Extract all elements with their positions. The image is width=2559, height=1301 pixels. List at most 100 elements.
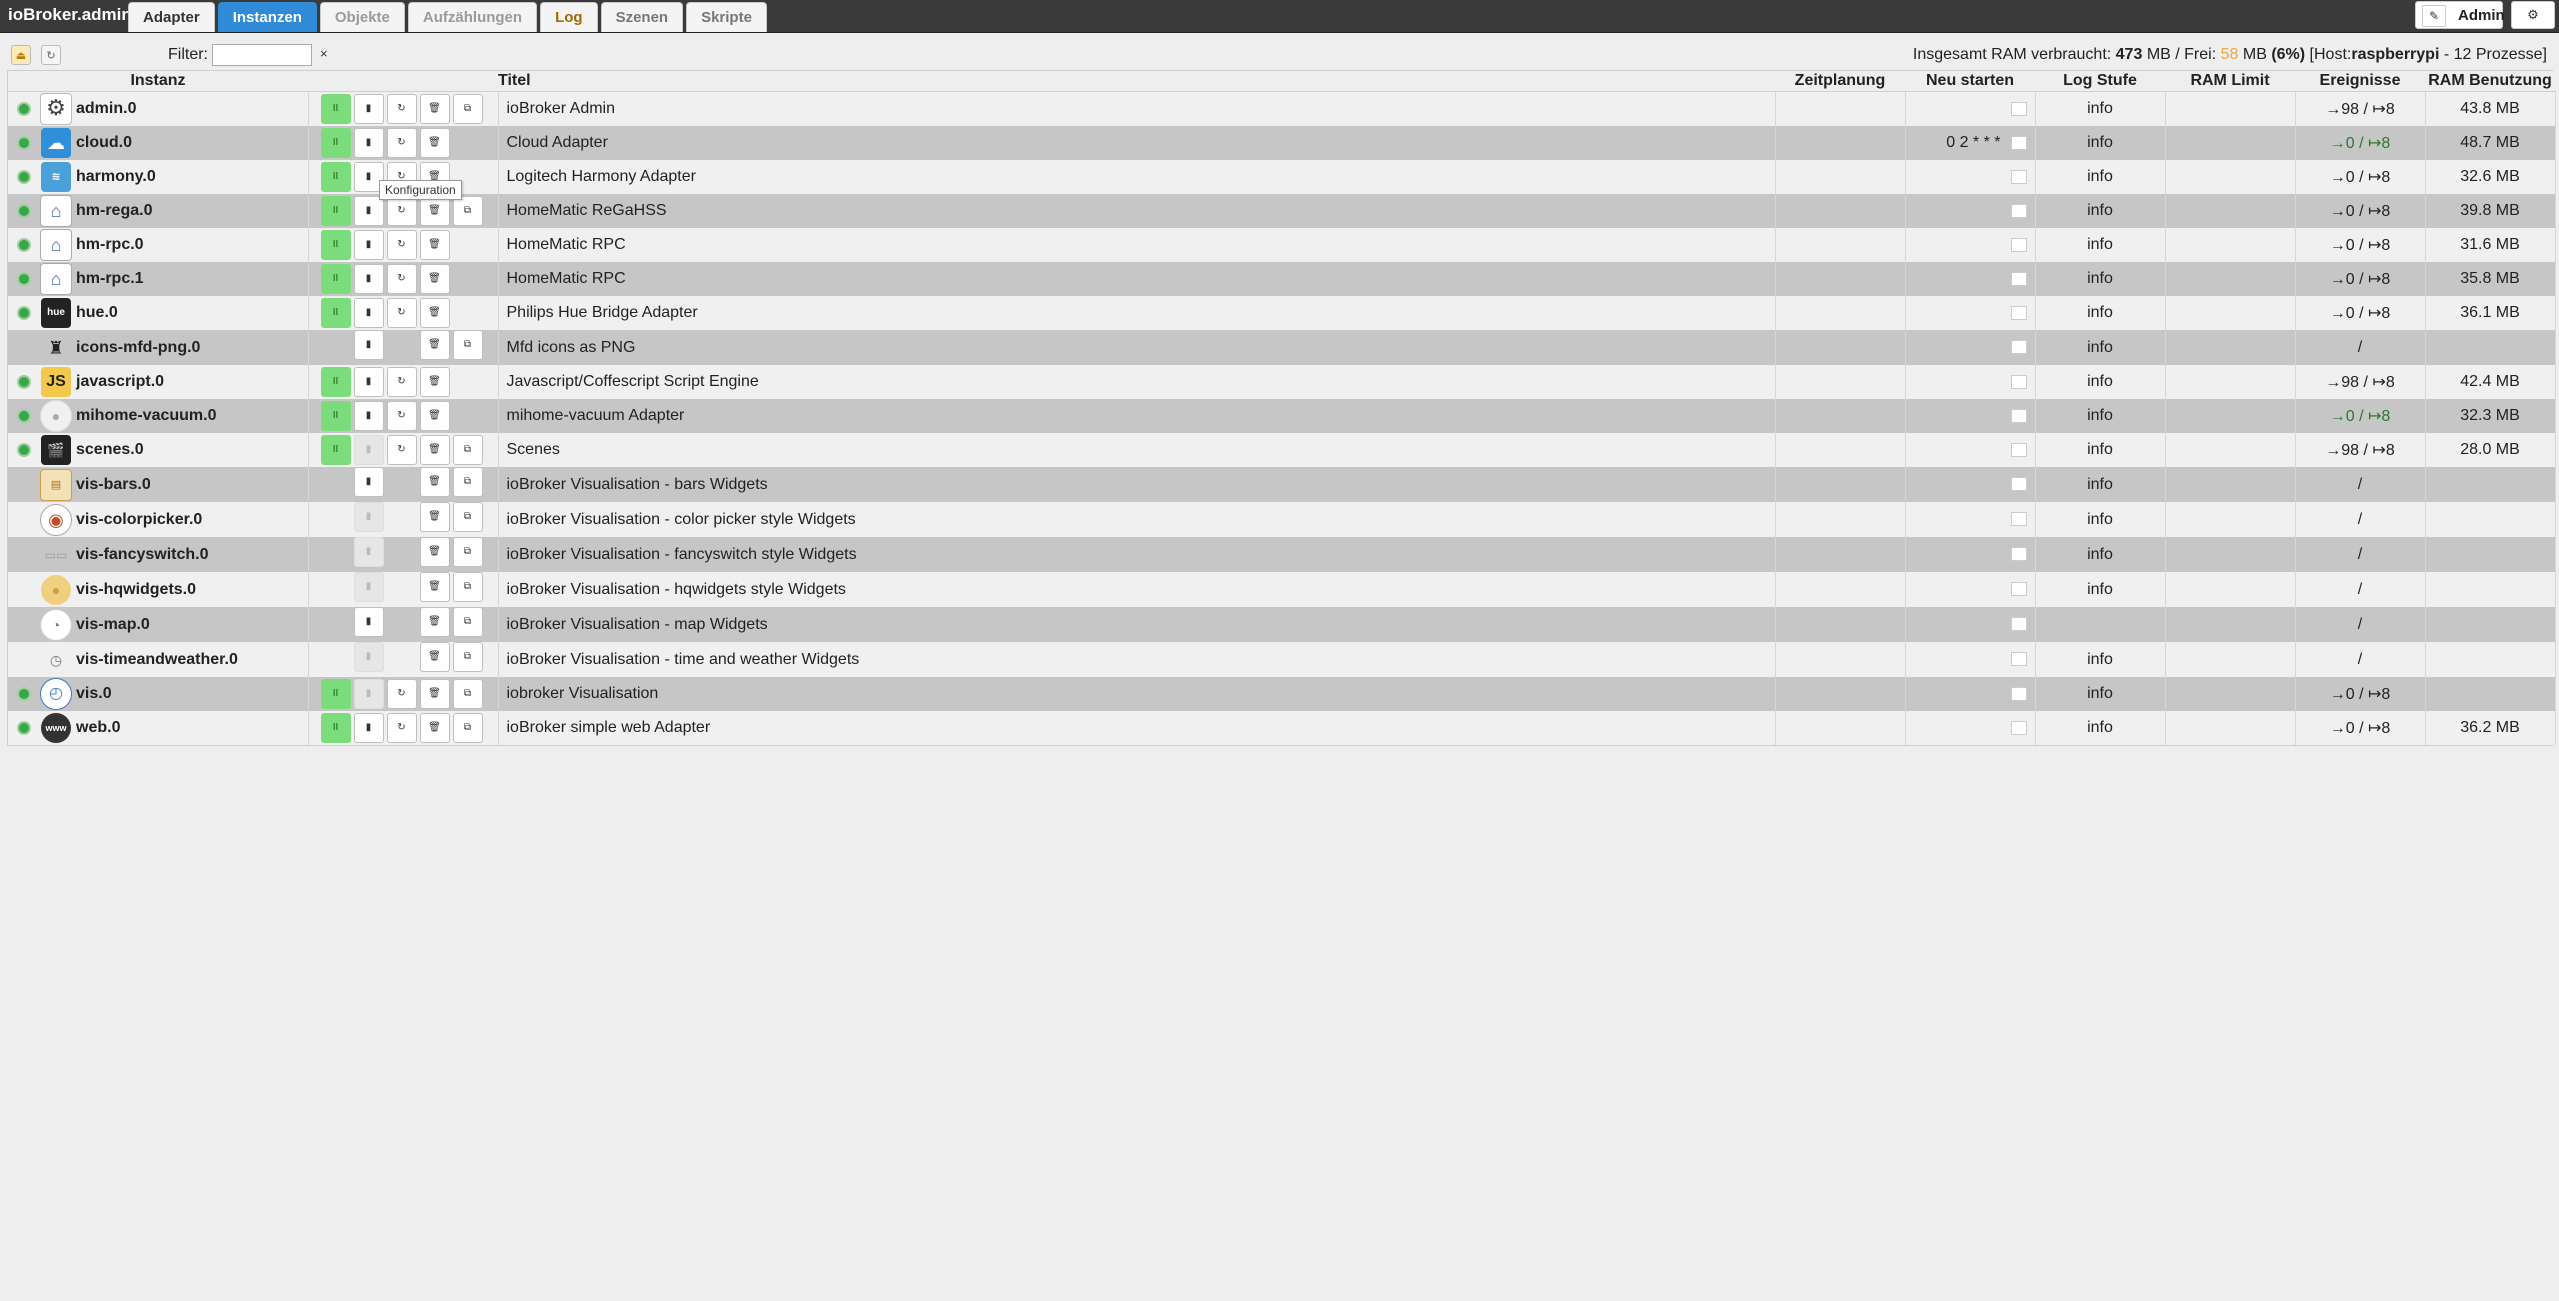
schedule-cell[interactable]	[1775, 330, 1906, 365]
ram-limit-cell[interactable]	[2165, 677, 2296, 711]
log-level[interactable]: info	[2035, 572, 2166, 607]
configuration-button-disabled[interactable]: ▮	[353, 537, 384, 567]
col-loglevel[interactable]: Log Stufe	[2035, 71, 2165, 92]
open-link-button[interactable]: ⧉	[452, 642, 483, 672]
reload-button[interactable]: ↻	[386, 713, 417, 743]
ram-limit-cell[interactable]	[2165, 228, 2296, 262]
schedule-cell[interactable]	[1775, 296, 1906, 330]
schedule-cell[interactable]	[1775, 126, 1906, 160]
instance-title[interactable]: Mfd icons as PNG	[498, 330, 1776, 365]
restart-edit-icon[interactable]	[2010, 374, 2027, 389]
configuration-button[interactable]: ▮	[353, 401, 384, 431]
instance-title[interactable]: HomeMatic ReGaHSS	[498, 194, 1776, 228]
ram-limit-cell[interactable]	[2165, 330, 2296, 365]
upload-icon[interactable]: ⏏	[11, 45, 31, 65]
configuration-button[interactable]: ▮	[353, 367, 384, 397]
filter-input[interactable]	[212, 44, 312, 66]
schedule-cell[interactable]	[1775, 642, 1906, 677]
instance-title[interactable]: Javascript/Coffescript Script Engine	[498, 365, 1776, 399]
reload-button[interactable]: ↻	[386, 435, 417, 465]
open-link-button[interactable]: ⧉	[452, 713, 483, 743]
ram-limit-cell[interactable]	[2165, 433, 2296, 467]
schedule-cell[interactable]	[1775, 572, 1906, 607]
instance-title[interactable]: ioBroker Visualisation - time and weathe…	[498, 642, 1776, 677]
log-level[interactable]: info	[2035, 365, 2166, 399]
log-level[interactable]: info	[2035, 677, 2166, 711]
schedule-cell[interactable]	[1775, 365, 1906, 399]
reload-button[interactable]: ↻	[386, 367, 417, 397]
open-link-button[interactable]: ⧉	[452, 94, 483, 124]
restart-edit-icon[interactable]	[2010, 305, 2027, 320]
schedule-cell[interactable]	[1775, 399, 1906, 433]
log-level[interactable]: info	[2035, 228, 2166, 262]
schedule-cell[interactable]	[1775, 607, 1906, 642]
configuration-button-disabled[interactable]: ▮	[353, 642, 384, 672]
log-level[interactable]: info	[2035, 160, 2166, 194]
log-level[interactable]	[2035, 607, 2166, 642]
restart-edit-icon[interactable]	[2010, 271, 2027, 286]
pause-button[interactable]: II	[320, 298, 351, 328]
schedule-cell[interactable]	[1775, 502, 1906, 537]
ram-limit-cell[interactable]	[2165, 572, 2296, 607]
pause-button[interactable]: II	[320, 713, 351, 743]
pause-button[interactable]: II	[320, 264, 351, 294]
ram-limit-cell[interactable]	[2165, 502, 2296, 537]
schedule-cell[interactable]	[1775, 433, 1906, 467]
log-level[interactable]: info	[2035, 262, 2166, 296]
restart-edit-icon[interactable]	[2010, 512, 2027, 527]
ram-limit-cell[interactable]	[2165, 296, 2296, 330]
delete-button[interactable]: 🗑	[419, 298, 450, 328]
configuration-button-disabled[interactable]: ▮	[353, 502, 384, 532]
col-restart[interactable]: Neu starten	[1905, 71, 2035, 92]
reload-button[interactable]: ↻	[386, 679, 417, 709]
restart-edit-icon[interactable]	[2010, 101, 2027, 116]
col-ramusage[interactable]: RAM Benutzung	[2425, 71, 2555, 92]
restart-edit-icon[interactable]	[2010, 237, 2027, 252]
log-level[interactable]: info	[2035, 467, 2166, 502]
tab-skripte[interactable]: Skripte	[686, 2, 767, 32]
restart-edit-icon[interactable]	[2010, 652, 2027, 667]
pause-button[interactable]: II	[320, 230, 351, 260]
delete-button[interactable]: 🗑	[419, 502, 450, 532]
instance-title[interactable]: Logitech Harmony Adapter	[498, 160, 1776, 194]
log-level[interactable]: info	[2035, 642, 2166, 677]
open-link-button[interactable]: ⧉	[452, 330, 483, 360]
open-link-button[interactable]: ⧉	[452, 679, 483, 709]
reload-button[interactable]: ↻	[386, 298, 417, 328]
restart-edit-icon[interactable]	[2010, 408, 2027, 423]
log-level[interactable]: info	[2035, 711, 2166, 745]
tab-aufzählungen[interactable]: Aufzählungen	[407, 2, 538, 32]
col-events[interactable]: Ereignisse	[2295, 71, 2425, 92]
restart-edit-icon[interactable]	[2010, 547, 2027, 562]
delete-button[interactable]: 🗑	[419, 679, 450, 709]
configuration-button[interactable]: ▮	[353, 264, 384, 294]
log-level[interactable]: info	[2035, 91, 2166, 126]
delete-button[interactable]: 🗑	[419, 264, 450, 294]
instance-title[interactable]: mihome-vacuum Adapter	[498, 399, 1776, 433]
instance-title[interactable]: iobroker Visualisation	[498, 677, 1776, 711]
schedule-cell[interactable]	[1775, 91, 1906, 126]
restart-edit-icon[interactable]	[2010, 617, 2027, 632]
schedule-cell[interactable]	[1775, 467, 1906, 502]
configuration-button[interactable]: ▮	[353, 196, 384, 226]
schedule-cell[interactable]	[1775, 194, 1906, 228]
tab-szenen[interactable]: Szenen	[600, 2, 684, 32]
configuration-button[interactable]: ▮	[353, 467, 384, 497]
instance-title[interactable]: ioBroker Visualisation - map Widgets	[498, 607, 1776, 642]
instance-title[interactable]: ioBroker Visualisation - fancyswitch sty…	[498, 537, 1776, 572]
delete-button[interactable]: 🗑	[419, 537, 450, 567]
ram-limit-cell[interactable]	[2165, 160, 2296, 194]
restart-edit-icon[interactable]	[2010, 720, 2027, 735]
configuration-button[interactable]: ▮	[353, 298, 384, 328]
restart-edit-icon[interactable]	[2010, 442, 2027, 457]
instance-title[interactable]: HomeMatic RPC	[498, 228, 1776, 262]
reload-button[interactable]: ↻	[386, 264, 417, 294]
log-level[interactable]: info	[2035, 194, 2166, 228]
open-link-button[interactable]: ⧉	[452, 435, 483, 465]
instance-title[interactable]: ioBroker Visualisation - bars Widgets	[498, 467, 1776, 502]
configuration-button[interactable]: ▮	[353, 607, 384, 637]
delete-button[interactable]: 🗑	[419, 230, 450, 260]
pause-button[interactable]: II	[320, 128, 351, 158]
open-link-button[interactable]: ⧉	[452, 537, 483, 567]
restart-edit-icon[interactable]	[2010, 169, 2027, 184]
